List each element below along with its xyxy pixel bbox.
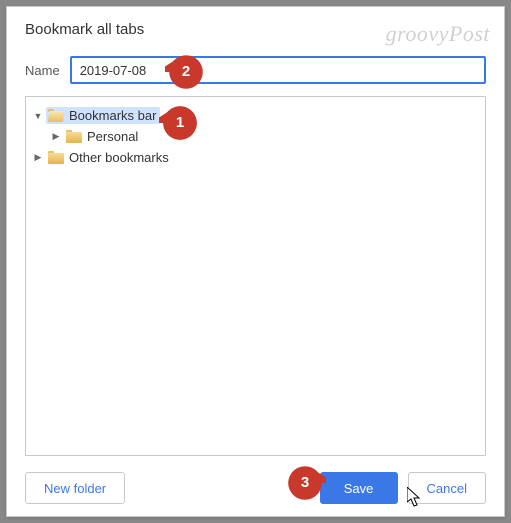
new-folder-button[interactable]: New folder [25, 472, 125, 504]
folder-tree[interactable]: ▼ Bookmarks bar ▶ [25, 96, 486, 456]
button-row: New folder Save Cancel [25, 472, 486, 504]
new-folder-label: New folder [44, 481, 106, 496]
chevron-right-icon[interactable]: ▶ [32, 152, 44, 163]
tree-label: Other bookmarks [69, 150, 169, 165]
dialog-title: Bookmark all tabs [25, 21, 486, 38]
tree-item-other-bookmarks[interactable]: ▶ Other bookmarks [32, 147, 479, 168]
tree-item-bookmarks-bar[interactable]: ▼ Bookmarks bar [32, 105, 479, 126]
save-label: Save [344, 481, 374, 496]
folder-icon [66, 130, 82, 143]
chevron-right-icon[interactable]: ▶ [50, 131, 62, 142]
folder-icon [48, 151, 64, 164]
chevron-down-icon[interactable]: ▼ [32, 111, 44, 121]
tree-label: Bookmarks bar [69, 108, 156, 123]
name-input[interactable] [70, 56, 486, 84]
name-row: Name [25, 56, 486, 84]
cancel-button[interactable]: Cancel [408, 472, 486, 504]
save-button[interactable]: Save [320, 472, 398, 504]
tree-item-personal[interactable]: ▶ Personal [50, 126, 479, 147]
tree-label: Personal [87, 129, 138, 144]
folder-open-icon [48, 109, 64, 122]
name-label: Name [25, 63, 60, 78]
bookmark-all-tabs-dialog: groovyPost Bookmark all tabs Name ▼ Book… [6, 6, 505, 517]
cancel-label: Cancel [427, 481, 467, 496]
